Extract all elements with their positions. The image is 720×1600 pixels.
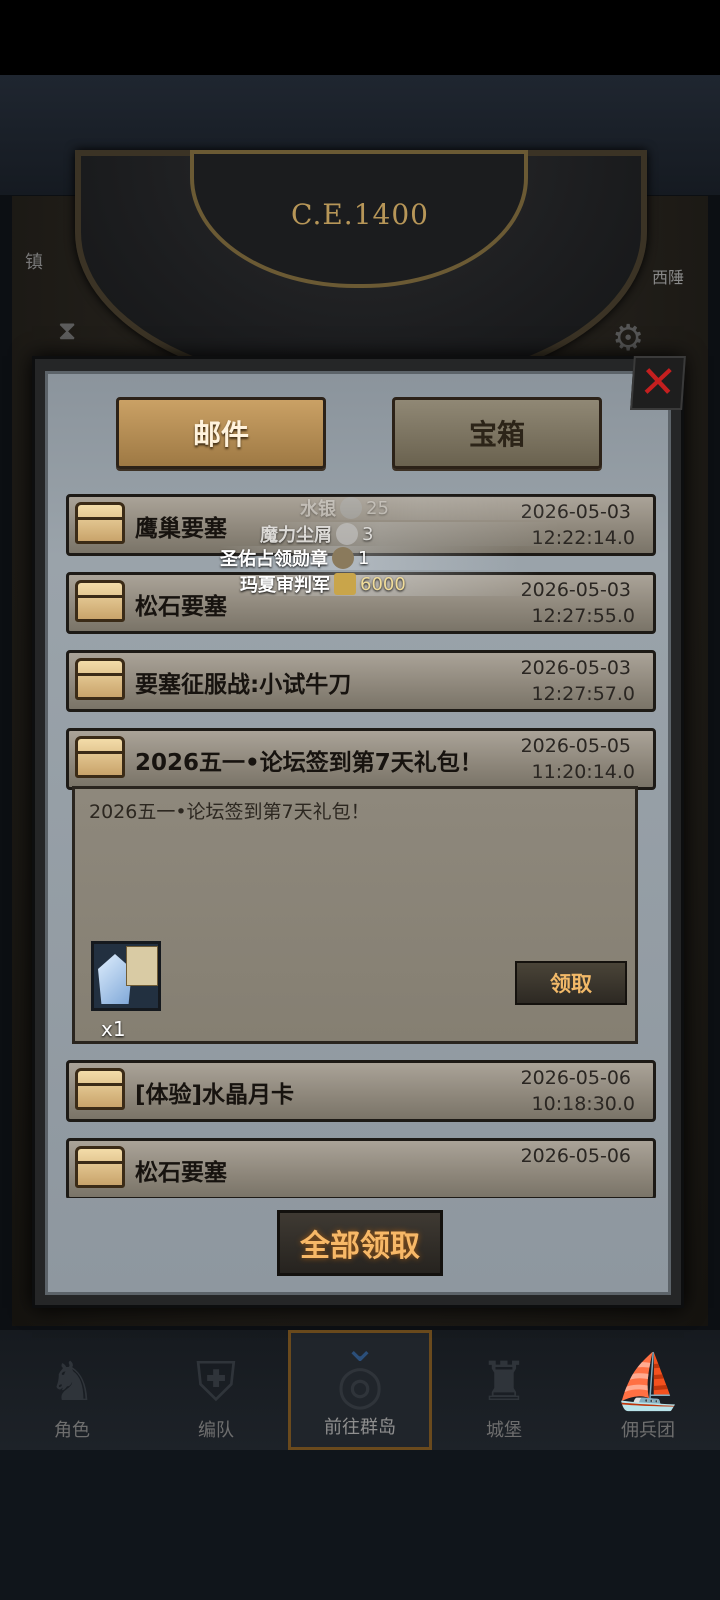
mail-time: 10:18:30.0 xyxy=(531,1093,635,1115)
ship-icon: ⛵ xyxy=(614,1350,682,1413)
mercury-icon xyxy=(340,497,362,519)
mail-list[interactable]: 鹰巢要塞 2026-05-03 12:22:14.0 松石要塞 2026-05-… xyxy=(66,494,656,1198)
tab-mail[interactable]: 邮件 xyxy=(116,397,326,469)
reward-popup-value: 3 xyxy=(362,523,374,545)
reward-popup-value: 6000 xyxy=(360,573,406,595)
tab-chest[interactable]: 宝箱 xyxy=(392,397,602,469)
chest-icon xyxy=(75,658,125,700)
compass-icon: ◎ xyxy=(336,1353,384,1416)
scroll-icon xyxy=(126,946,158,986)
mail-time: 12:27:55.0 xyxy=(531,605,635,627)
nav-label: 前往群岛 xyxy=(324,1417,396,1438)
close-button[interactable]: ✕ xyxy=(630,356,686,410)
nav-label: 编队 xyxy=(198,1420,234,1441)
mail-item-expanded[interactable]: 2026五一•论坛签到第7天礼包！ 2026-05-05 11:20:14.0 xyxy=(66,728,656,790)
mail-date: 2026-05-05 xyxy=(520,735,631,757)
reward-popup-value: 25 xyxy=(366,497,389,519)
map-town-label: 镇 xyxy=(25,252,43,273)
mail-body-text: 2026五一•论坛签到第7天礼包！ xyxy=(89,801,370,823)
claim-all-button[interactable]: 全部领取 xyxy=(277,1210,443,1276)
reward-item[interactable] xyxy=(91,941,161,1011)
reward-popup-value: 1 xyxy=(358,547,370,569)
hourglass-icon: ⧗ xyxy=(58,316,77,346)
mail-time: 11:20:14.0 xyxy=(531,761,635,783)
reward-quantity: x1 xyxy=(101,1017,126,1041)
claim-button[interactable]: 领取 xyxy=(515,961,627,1005)
bottom-band xyxy=(0,1450,720,1600)
mail-date: 2026-05-06 xyxy=(520,1145,631,1167)
chest-icon xyxy=(75,1146,125,1188)
mail-date: 2026-05-06 xyxy=(520,1067,631,1089)
reward-popup-line: 圣佑占领勋章 1 xyxy=(220,546,520,570)
knight-icon: ♞ xyxy=(47,1350,97,1413)
chest-icon xyxy=(75,736,125,778)
gear-icon[interactable]: ⚙ xyxy=(612,318,644,359)
nav-label: 角色 xyxy=(54,1420,90,1441)
mail-date: 2026-05-03 xyxy=(520,657,631,679)
mail-title: 松石要塞 xyxy=(135,1160,227,1186)
mail-body: 2026五一•论坛签到第7天礼包！ x1 领取 xyxy=(72,786,638,1044)
reward-popup-label: 魔力尘屑 xyxy=(260,525,332,546)
mail-title: 要塞征服战:小试牛刀 xyxy=(135,672,352,698)
mail-time: 12:27:57.0 xyxy=(531,683,635,705)
close-icon: ✕ xyxy=(637,357,679,408)
nav-label: 城堡 xyxy=(486,1420,522,1441)
status-bar-area xyxy=(0,0,720,75)
reward-popup-label: 水银 xyxy=(300,499,336,520)
map-region-label: 西陲 xyxy=(652,268,685,287)
reward-popup-label: 圣佑占领勋章 xyxy=(220,549,328,570)
medal-icon xyxy=(332,547,354,569)
nav-item-castle[interactable]: ♜ 城堡 xyxy=(432,1330,576,1450)
nav-item-islands[interactable]: ⌄ ◎ 前往群岛 xyxy=(288,1325,432,1450)
mail-title: [体验]水晶月卡 xyxy=(135,1082,295,1108)
mail-title: 鹰巢要塞 xyxy=(135,516,227,542)
reward-popup-line: 水银 25 xyxy=(300,496,600,520)
reward-popup-line: 玛夏审判军 6000 xyxy=(240,572,540,596)
mail-item[interactable]: 松石要塞 2026-05-06 xyxy=(66,1138,656,1198)
reward-popup-label: 玛夏审判军 xyxy=(240,575,330,596)
castle-icon: ♜ xyxy=(479,1350,529,1413)
reward-popup-line: 魔力尘屑 3 xyxy=(260,522,560,546)
bottom-nav: ♞ 角色 ⛨ 编队 ⌄ ◎ 前往群岛 ♜ 城堡 ⛵ 佣兵团 xyxy=(0,1325,720,1450)
dust-icon xyxy=(336,523,358,545)
mail-item[interactable]: 要塞征服战:小试牛刀 2026-05-03 12:27:57.0 xyxy=(66,650,656,712)
mail-title: 松石要塞 xyxy=(135,594,227,620)
army-icon xyxy=(334,573,356,595)
chest-icon xyxy=(75,580,125,622)
nav-item-formation[interactable]: ⛨ 编队 xyxy=(144,1330,288,1450)
helmet-icon: ⛨ xyxy=(195,1350,237,1413)
mail-item[interactable]: [体验]水晶月卡 2026-05-06 10:18:30.0 xyxy=(66,1060,656,1122)
chest-icon xyxy=(75,502,125,544)
nav-item-mercenary[interactable]: ⛵ 佣兵团 xyxy=(576,1330,720,1450)
mail-title: 2026五一•论坛签到第7天礼包！ xyxy=(135,750,483,776)
era-label: C.E.1400 xyxy=(291,198,429,231)
chest-icon xyxy=(75,1068,125,1110)
nav-label: 佣兵团 xyxy=(621,1420,675,1441)
nav-item-character[interactable]: ♞ 角色 xyxy=(0,1330,144,1450)
